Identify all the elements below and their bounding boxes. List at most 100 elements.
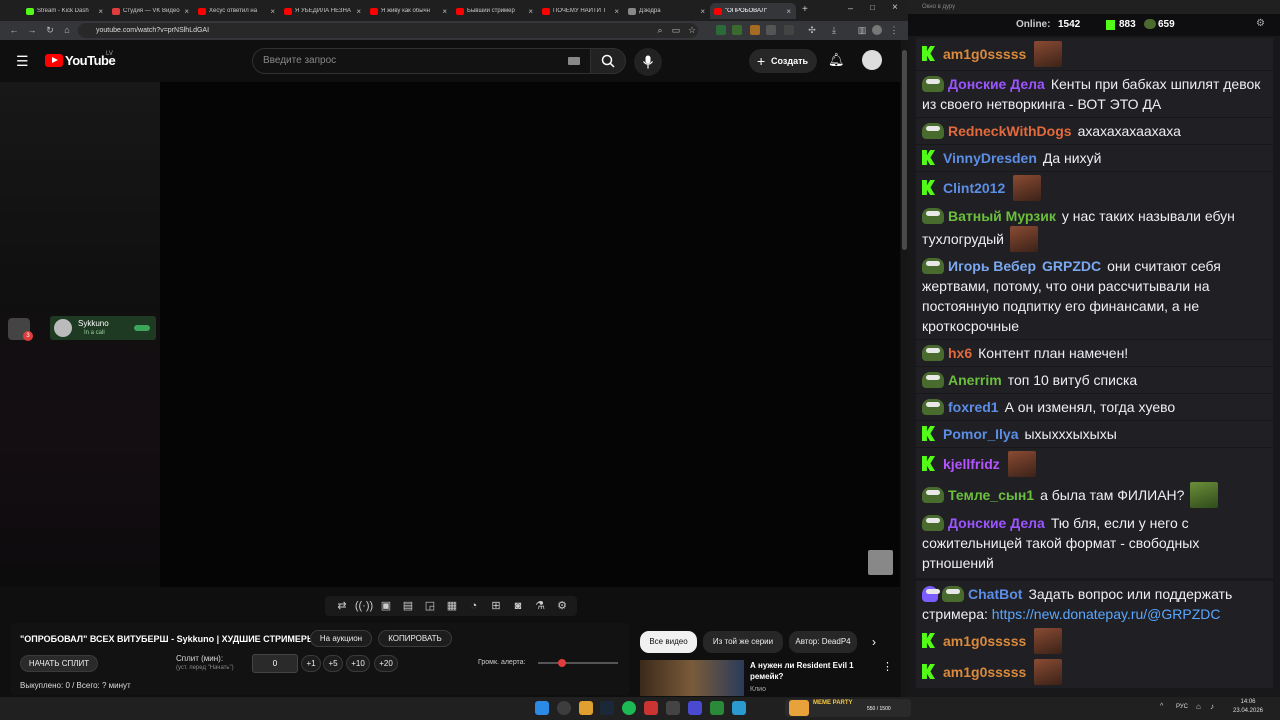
window-close-button[interactable]: × — [892, 2, 898, 13]
close-icon[interactable]: × — [528, 7, 533, 16]
close-icon[interactable]: × — [614, 7, 619, 16]
zoom-icon[interactable]: ⌕ — [654, 24, 666, 36]
steam-icon[interactable] — [600, 701, 614, 715]
loop-icon[interactable]: ⇄ — [331, 598, 353, 614]
chip-same-series[interactable]: Из той же серии — [703, 631, 783, 653]
close-icon[interactable]: × — [700, 7, 705, 16]
video-player[interactable]: 3 Sykkuno In a call — [0, 82, 900, 587]
media-player-icon[interactable] — [688, 701, 702, 715]
volume-slider[interactable] — [538, 659, 618, 667]
spotify-icon[interactable] — [622, 701, 636, 715]
picture-in-picture-icon[interactable]: ◲ — [419, 598, 441, 614]
puzzle-icon[interactable]: ✣ — [806, 24, 818, 36]
chat-username[interactable]: Донские Дела — [948, 515, 1045, 531]
split-step-button[interactable]: +10 — [346, 655, 370, 672]
maximize-button[interactable]: □ — [870, 3, 875, 12]
start-split-button[interactable]: НАЧАТЬ СПЛИТ — [20, 655, 98, 672]
split-step-button[interactable]: +20 — [374, 655, 398, 672]
subtitles-icon[interactable]: ▦ — [441, 598, 463, 614]
chat-username[interactable]: Игорь Вебер — [948, 258, 1036, 274]
sidebar-icon[interactable]: ▥ — [856, 24, 868, 36]
chat-username[interactable]: Clint2012 — [943, 180, 1005, 196]
copy-button[interactable]: КОПИРОВАТЬ — [378, 630, 452, 647]
telegram-icon[interactable] — [732, 701, 746, 715]
chat-username[interactable]: am1g0sssss — [943, 633, 1026, 649]
extension-icon[interactable] — [784, 25, 794, 35]
forward-icon[interactable]: → — [26, 24, 38, 36]
camera-icon[interactable]: ◙ — [507, 598, 529, 614]
tab-5[interactable]: Бывший стример × — [452, 3, 538, 19]
app-icon[interactable] — [644, 701, 658, 715]
extension-icon[interactable] — [750, 25, 760, 35]
chat-username[interactable]: ChatBot — [968, 586, 1022, 602]
tab-7[interactable]: Дзюдра × — [624, 3, 710, 19]
settings-video-icon[interactable]: ▣ — [375, 598, 397, 614]
keyboard-icon[interactable] — [568, 57, 580, 65]
channel-watermark[interactable] — [868, 550, 893, 575]
tab-4[interactable]: Я живу как обычн × — [366, 3, 452, 19]
chat-username[interactable]: am1g0sssss — [943, 664, 1026, 680]
hamburger-menu-icon[interactable]: ☰ — [16, 53, 29, 70]
chat-username[interactable]: Темле_сын1 — [948, 487, 1034, 503]
split-step-button[interactable]: +1 — [301, 655, 321, 672]
tray-chevron-icon[interactable]: ^ — [1160, 703, 1163, 710]
extension-icon[interactable] — [732, 25, 742, 35]
meme-party-widget[interactable]: MEME PARTY 550 / 1500 — [785, 699, 911, 717]
clock-date[interactable]: 23.04.2026 — [1228, 708, 1268, 714]
tab-2[interactable]: Хесус ответил на × — [194, 3, 280, 19]
chevron-right-icon[interactable]: › — [872, 635, 876, 649]
search-input[interactable]: Введите запрос — [252, 48, 592, 74]
auction-button[interactable]: На аукцион — [310, 630, 372, 647]
bookmark-star-icon[interactable]: ☆ — [686, 24, 698, 36]
download-icon[interactable]: ⤓ — [828, 24, 840, 36]
split-step-button[interactable]: +5 — [323, 655, 343, 672]
extension-icon[interactable] — [766, 25, 776, 35]
chat-mention[interactable]: GRPZDC — [1042, 258, 1101, 274]
youtube-logo-icon[interactable] — [45, 54, 63, 67]
clock-time[interactable]: 14:06 — [1228, 699, 1268, 705]
close-icon[interactable]: × — [184, 7, 189, 16]
rec-title[interactable]: А нужен ли Resident Evil 1 ремейк? — [750, 660, 860, 682]
menu-dots-icon[interactable]: ⋮ — [888, 24, 900, 36]
chat-username[interactable]: hx6 — [948, 345, 972, 361]
chat-username[interactable]: kjellfridz — [943, 456, 1000, 472]
tab-3[interactable]: Я УБЕДИЛА НЕЗНА × — [280, 3, 366, 19]
close-icon[interactable]: × — [98, 7, 103, 16]
close-icon[interactable]: × — [356, 7, 361, 16]
app-icon[interactable] — [710, 701, 724, 715]
file-explorer-icon[interactable] — [579, 701, 593, 715]
obs-icon[interactable] — [666, 701, 680, 715]
voice-search-button[interactable] — [634, 48, 662, 76]
flask-icon[interactable]: ⚗ — [529, 598, 551, 614]
tab-1[interactable]: Студия — VK Видео × — [108, 3, 194, 19]
tab-0[interactable]: Stream - Kick Dash × — [22, 3, 108, 19]
profile-icon[interactable] — [872, 25, 882, 35]
chat-username[interactable]: am1g0sssss — [943, 46, 1026, 62]
folder-icon[interactable]: ▤ — [397, 598, 419, 614]
chip-all-videos[interactable]: Все видео — [640, 631, 697, 653]
language-indicator[interactable]: РУС — [1176, 704, 1188, 710]
windows-start-icon[interactable] — [535, 701, 549, 715]
reload-icon[interactable]: ↻ — [44, 24, 56, 36]
page-scrollbar[interactable] — [901, 40, 908, 697]
speed-icon[interactable]: ◔ — [463, 598, 485, 614]
home-icon[interactable]: ⌂ — [61, 24, 73, 36]
tab-6[interactable]: ПОЧЕМУ НАЙТИ Т × — [538, 3, 624, 19]
url-input[interactable]: youtube.com/watch?v=prNSlhLdGAI — [78, 23, 698, 38]
settings-gear-icon[interactable]: ⚙ — [1256, 18, 1265, 29]
chip-author[interactable]: Автор: DeadP4 — [789, 631, 857, 653]
back-icon[interactable]: ← — [8, 24, 20, 36]
close-icon[interactable]: × — [442, 7, 447, 16]
rec-channel[interactable]: Клио — [750, 686, 766, 693]
create-button[interactable]: + Создать — [749, 49, 817, 73]
scrollbar-thumb[interactable] — [902, 50, 907, 250]
chat-username[interactable]: Pomor_Ilya — [943, 426, 1018, 442]
broadcast-icon[interactable]: ((·)) — [353, 598, 375, 614]
add-frame-icon[interactable]: ⊞ — [485, 598, 507, 614]
notifications-bell-icon[interactable]: 🔔︎ — [828, 52, 845, 68]
chat-username[interactable]: foxred1 — [948, 399, 999, 415]
volume-icon[interactable]: ♪ — [1210, 702, 1214, 711]
new-tab-button[interactable]: + — [802, 4, 808, 15]
video-thumbnail[interactable] — [640, 660, 744, 696]
more-options-icon[interactable]: ⋮ — [882, 660, 893, 673]
